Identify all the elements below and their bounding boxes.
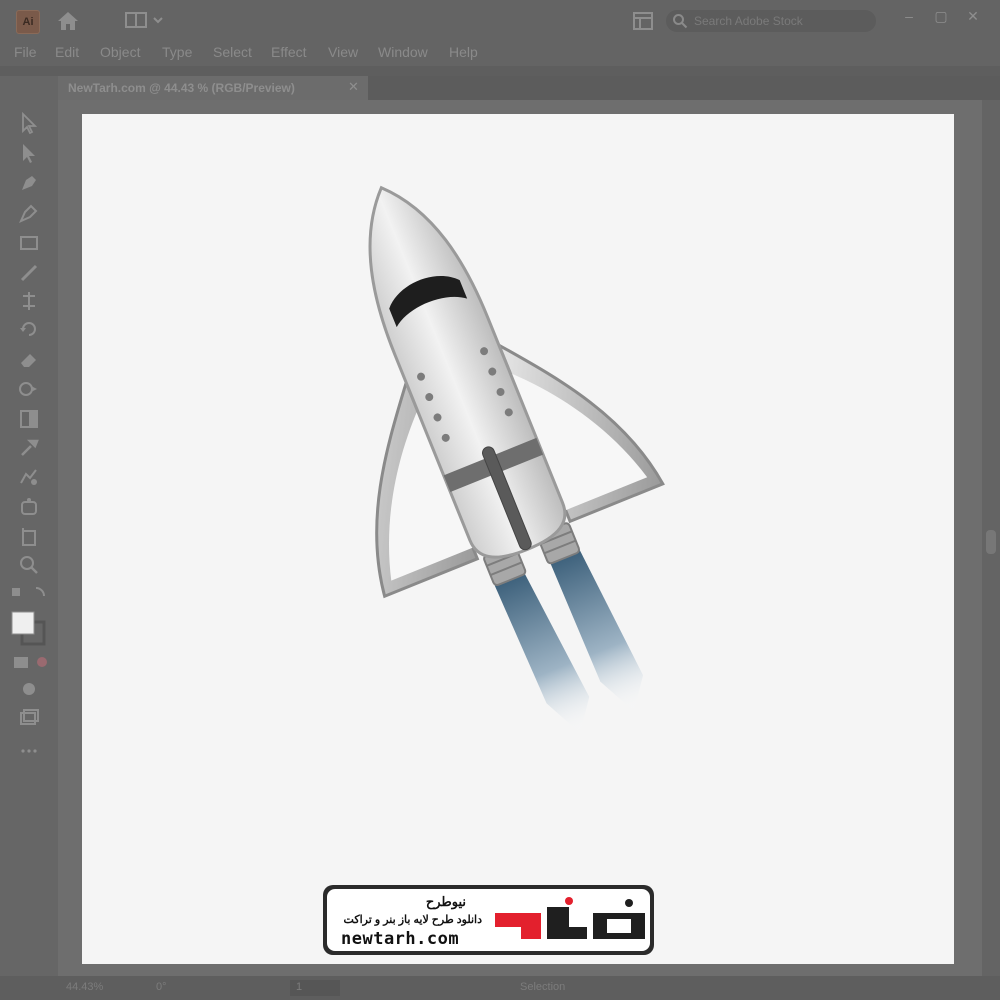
title-bar: Ai Search Adobe Stock – ▢ ✕ — [0, 0, 1000, 40]
brush-icon[interactable] — [18, 262, 40, 284]
menu-help[interactable]: Help — [449, 44, 478, 60]
rotate-icon[interactable] — [18, 318, 40, 340]
tools-panel — [0, 76, 58, 976]
status-mode: Selection — [520, 981, 566, 993]
watermark-url: newtarh.com — [341, 929, 460, 949]
artboard-number-field[interactable]: 1 — [290, 980, 340, 996]
newtarh-logo-mark — [495, 897, 645, 939]
status-bar: 44.43% 0° 1 Selection — [0, 976, 1000, 1000]
draw-mode-icon[interactable] — [12, 652, 52, 674]
menu-window[interactable]: Window — [378, 44, 428, 60]
blend-icon[interactable] — [18, 466, 40, 488]
rectangle-icon[interactable] — [18, 232, 40, 254]
watermark-brand-name: نیوطرح — [425, 894, 466, 909]
search-icon — [673, 14, 688, 29]
eyedropper-icon[interactable] — [18, 436, 40, 458]
curvature-icon[interactable] — [18, 202, 40, 224]
home-icon[interactable] — [56, 10, 80, 32]
app-logo: Ai — [16, 10, 40, 34]
arrange-documents-icon[interactable] — [632, 11, 654, 31]
scrollbar-thumb[interactable] — [986, 530, 996, 554]
direct-selection-icon[interactable] — [18, 142, 40, 164]
space-shuttle-illustration — [368, 185, 665, 733]
menu-object[interactable]: Object — [100, 44, 140, 60]
menu-edit[interactable]: Edit — [55, 44, 79, 60]
zoom-icon[interactable] — [18, 554, 40, 576]
control-panel-strip — [0, 66, 1000, 76]
search-placeholder: Search Adobe Stock — [694, 14, 803, 28]
symbol-sprayer-icon[interactable] — [18, 496, 40, 518]
menu-file[interactable]: File — [14, 44, 37, 60]
screen-mode-icon[interactable] — [18, 678, 40, 700]
swap-colors-icon[interactable] — [10, 584, 50, 606]
artboard-canvas[interactable] — [82, 114, 954, 964]
vertical-scrollbar[interactable] — [982, 100, 1000, 976]
close-tab-icon[interactable]: ✕ — [348, 79, 359, 95]
document-tab-bar: NewTarh.com @ 44.43 % (RGB/Preview) ✕ — [58, 76, 1000, 100]
gradient-icon[interactable] — [18, 408, 40, 430]
zoom-level[interactable]: 44.43% — [66, 981, 103, 993]
menu-view[interactable]: View — [328, 44, 358, 60]
watermark-tagline: دانلود طرح لایه باز بنر و تراکت — [343, 914, 482, 926]
search-stock-input[interactable]: Search Adobe Stock — [666, 10, 876, 32]
rotation-value[interactable]: 0° — [156, 981, 167, 993]
menu-bar: File Edit Object Type Select Effect View… — [0, 40, 1000, 66]
menu-type[interactable]: Type — [162, 44, 192, 60]
eraser-icon[interactable] — [18, 348, 40, 370]
fill-stroke-icon[interactable] — [10, 610, 50, 646]
menu-effect[interactable]: Effect — [271, 44, 307, 60]
layers-icon[interactable] — [18, 706, 40, 728]
maximize-button[interactable]: ▢ — [930, 6, 952, 26]
selection-icon[interactable] — [18, 112, 40, 134]
document-tab[interactable]: NewTarh.com @ 44.43 % (RGB/Preview) ✕ — [58, 76, 368, 100]
workspace-switcher-icon[interactable] — [124, 11, 164, 29]
width-icon[interactable] — [18, 290, 40, 312]
artboard-icon[interactable] — [18, 526, 40, 548]
menu-select[interactable]: Select — [213, 44, 252, 60]
close-window-button[interactable]: ✕ — [962, 6, 984, 26]
pen-icon[interactable] — [18, 172, 40, 194]
minimize-button[interactable]: – — [898, 6, 920, 26]
shape-builder-icon[interactable] — [18, 378, 40, 400]
document-tab-title: NewTarh.com @ 44.43 % (RGB/Preview) — [68, 81, 295, 95]
edit-toolbar-icon[interactable] — [18, 740, 40, 762]
watermark-badge: نیوطرح دانلود طرح لایه باز بنر و تراکت n… — [323, 885, 654, 955]
artboard-number: 1 — [296, 981, 303, 993]
